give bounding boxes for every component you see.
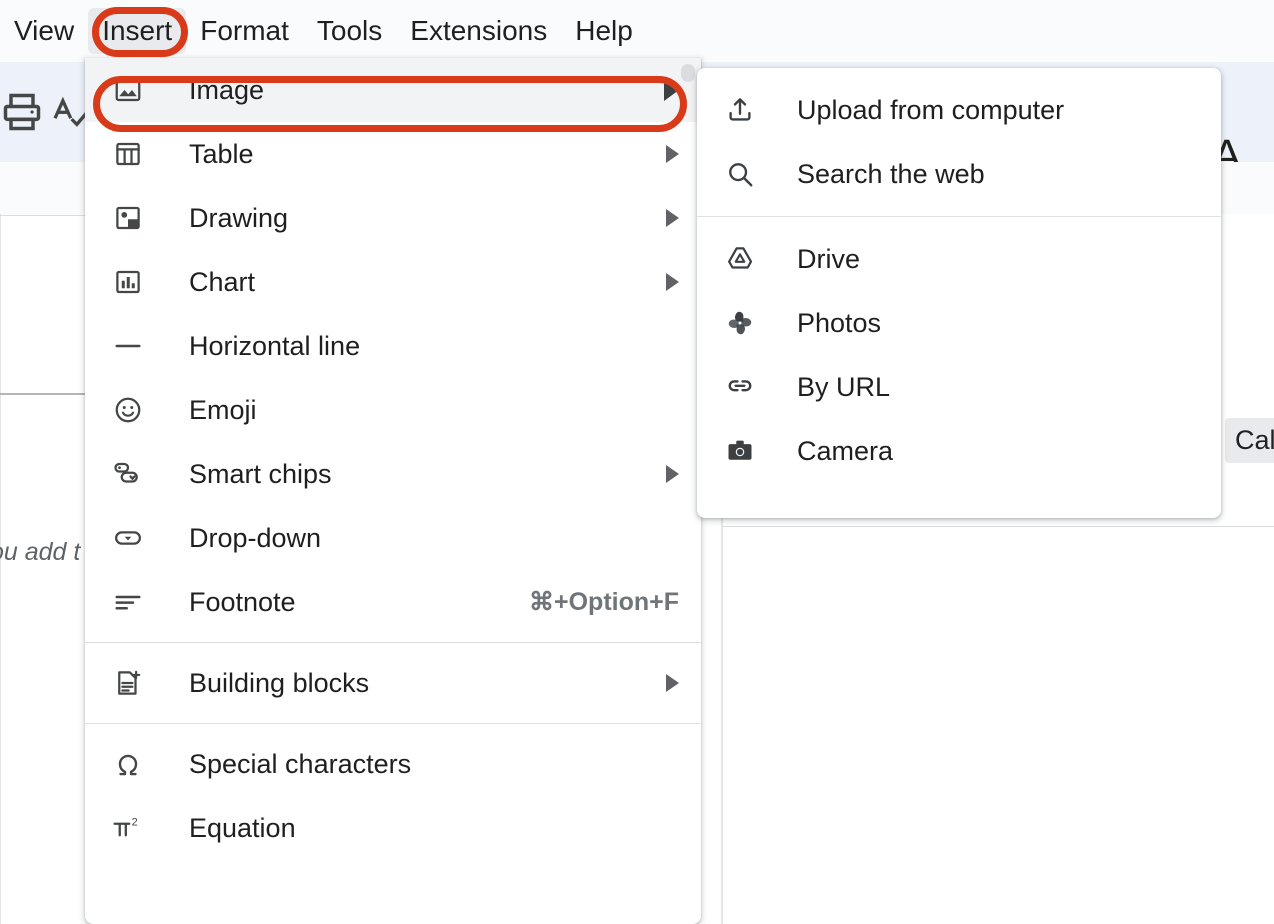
menu-item-image[interactable]: Image <box>85 58 701 122</box>
insert-dropdown-menu: Image Table Drawing Chart Horizontal line Emo… <box>85 58 701 924</box>
calendar-chip[interactable]: Cale <box>1225 418 1274 463</box>
submenu-item-label: Photos <box>797 308 881 339</box>
smart-chips-icon <box>111 457 145 491</box>
submenu-item-upload-from-computer[interactable]: Upload from computer <box>697 78 1221 142</box>
special-characters-icon <box>111 747 145 781</box>
submenu-separator <box>697 216 1221 217</box>
menu-item-label: Equation <box>189 813 679 844</box>
menubar-item-view[interactable]: View <box>0 8 88 54</box>
app-root: ViewInsertFormatToolsExtensionsHelp A <box>0 0 1274 924</box>
submenu-item-label: Drive <box>797 244 860 275</box>
submenu-item-label: Camera <box>797 436 893 467</box>
menu-scrollbar-thumb[interactable] <box>681 64 695 82</box>
submenu-item-photos[interactable]: Photos <box>697 291 1221 355</box>
menu-item-label: Horizontal line <box>189 331 679 362</box>
menu-item-label: Chart <box>189 267 666 298</box>
menubar-item-tools[interactable]: Tools <box>303 8 396 54</box>
photos-icon <box>723 306 757 340</box>
menu-item-building-blocks[interactable]: Building blocks <box>85 651 701 715</box>
menu-item-label: Table <box>189 139 666 170</box>
submenu-item-label: Upload from computer <box>797 95 1064 126</box>
submenu-item-drive[interactable]: Drive <box>697 227 1221 291</box>
building-blocks-icon <box>111 666 145 700</box>
drawing-icon <box>111 201 145 235</box>
image-icon <box>111 73 145 107</box>
page-left-edge <box>0 214 1 924</box>
menu-item-equation[interactable]: 2 Equation <box>85 796 701 860</box>
submenu-arrow-icon <box>666 674 679 692</box>
menu-bar: ViewInsertFormatToolsExtensionsHelp <box>0 0 1274 62</box>
drop-down-icon <box>111 521 145 555</box>
link-icon <box>723 370 757 404</box>
menubar-item-insert[interactable]: Insert <box>88 8 186 54</box>
menubar-item-extensions[interactable]: Extensions <box>396 8 561 54</box>
submenu-arrow-icon <box>666 465 679 483</box>
menu-item-drop-down[interactable]: Drop-down <box>85 506 701 570</box>
submenu-item-search-the-web[interactable]: Search the web <box>697 142 1221 206</box>
menu-item-drawing[interactable]: Drawing <box>85 186 701 250</box>
document-rule-mid <box>0 393 85 395</box>
document-rule-top <box>0 215 85 216</box>
image-submenu: Upload from computer Search the web Drive P… <box>697 68 1221 518</box>
menu-item-footnote[interactable]: Footnote⌘+Option+F <box>85 570 701 634</box>
submenu-item-camera[interactable]: Camera <box>697 419 1221 483</box>
table-icon <box>111 137 145 171</box>
submenu-arrow-icon <box>666 145 679 163</box>
submenu-arrow-icon <box>666 273 679 291</box>
menu-item-label: Image <box>189 75 664 106</box>
menu-item-label: Emoji <box>189 395 679 426</box>
menu-item-horizontal-line[interactable]: Horizontal line <box>85 314 701 378</box>
menu-separator <box>85 723 701 724</box>
horizontal-line-icon <box>111 329 145 363</box>
menubar-item-format[interactable]: Format <box>186 8 303 54</box>
upload-icon <box>723 93 757 127</box>
document-rule-right <box>723 526 1274 527</box>
submenu-arrow-icon <box>664 79 679 101</box>
submenu-item-label: By URL <box>797 372 890 403</box>
print-icon[interactable] <box>0 90 44 139</box>
menu-item-special-characters[interactable]: Special characters <box>85 732 701 796</box>
menu-item-shortcut: ⌘+Option+F <box>529 587 679 617</box>
spelling-check-icon[interactable] <box>48 92 90 139</box>
submenu-item-label: Search the web <box>797 159 985 190</box>
menu-item-table[interactable]: Table <box>85 122 701 186</box>
menubar-item-help[interactable]: Help <box>561 8 647 54</box>
equation-icon: 2 <box>111 811 145 845</box>
drive-icon <box>723 242 757 276</box>
camera-icon <box>723 434 757 468</box>
menu-item-smart-chips[interactable]: Smart chips <box>85 442 701 506</box>
footnote-icon <box>111 585 145 619</box>
search-icon <box>723 157 757 191</box>
submenu-item-by-url[interactable]: By URL <box>697 355 1221 419</box>
menu-item-emoji[interactable]: Emoji <box>85 378 701 442</box>
svg-text:2: 2 <box>132 817 138 829</box>
menu-item-label: Footnote <box>189 587 529 618</box>
menu-item-label: Smart chips <box>189 459 666 490</box>
menu-item-chart[interactable]: Chart <box>85 250 701 314</box>
menu-item-label: Special characters <box>189 749 679 780</box>
emoji-icon <box>111 393 145 427</box>
menu-separator <box>85 642 701 643</box>
menu-item-label: Drawing <box>189 203 666 234</box>
document-italic-text: ou add t <box>0 538 80 567</box>
menu-item-label: Building blocks <box>189 668 666 699</box>
chart-icon <box>111 265 145 299</box>
menu-item-label: Drop-down <box>189 523 679 554</box>
submenu-arrow-icon <box>666 209 679 227</box>
